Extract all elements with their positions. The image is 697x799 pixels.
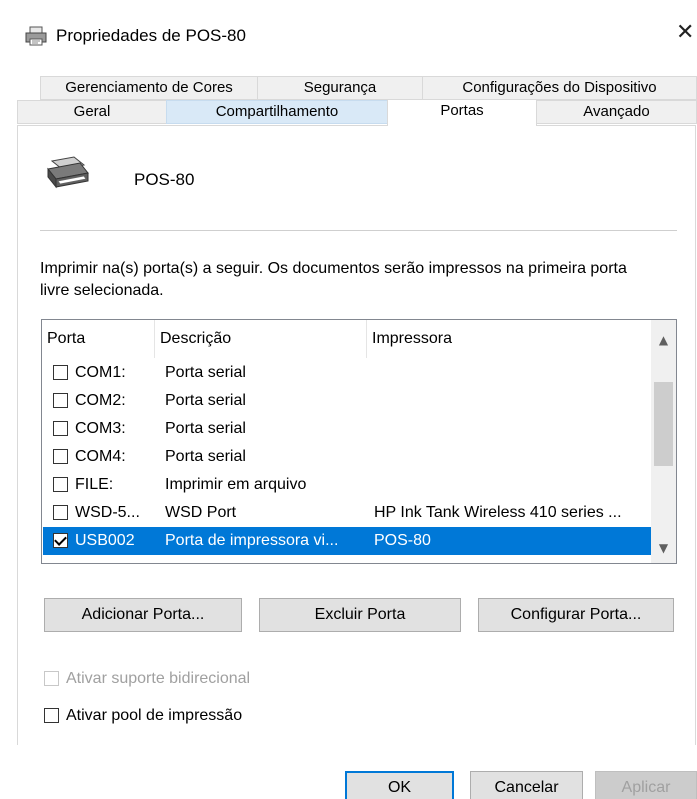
printer-icon [25, 26, 47, 46]
port-printer [374, 387, 649, 415]
port-checkbox[interactable] [53, 421, 68, 436]
window-title: Propriedades de POS-80 [56, 26, 246, 45]
tab-compartilhamento[interactable]: Compartilhamento [166, 100, 388, 124]
ports-list-header: Porta Descrição Impressora [42, 320, 652, 358]
port-name: FILE: [75, 476, 114, 493]
printer-pooling-checkbox[interactable]: Ativar pool de impressão [44, 706, 344, 726]
port-description: Porta serial [165, 364, 246, 381]
port-printer: POS-80 [374, 532, 431, 549]
port-printer [374, 359, 649, 387]
table-row-selected[interactable]: USB002 Porta de impressora vi... POS-80 [43, 527, 651, 555]
close-icon[interactable]: ✕ [676, 20, 694, 45]
column-header-impressora[interactable]: Impressora [367, 320, 652, 358]
tab-avancado[interactable]: Avançado [536, 100, 697, 124]
port-description: Porta serial [165, 392, 246, 409]
chevron-up-icon[interactable]: ▲ [651, 328, 676, 352]
port-name: COM1: [75, 364, 126, 381]
port-checkbox[interactable] [53, 449, 68, 464]
port-name: COM2: [75, 392, 126, 409]
port-checkbox[interactable] [53, 505, 68, 520]
scrollbar-thumb[interactable] [654, 382, 673, 466]
port-name: USB002 [75, 532, 135, 549]
table-row[interactable]: COM4: Porta serial [43, 443, 651, 471]
printer-pooling-label: Ativar pool de impressão [66, 707, 243, 724]
port-checkbox[interactable] [53, 365, 68, 380]
tab-geral[interactable]: Geral [17, 100, 167, 124]
cancel-button[interactable]: Cancelar [470, 771, 583, 799]
ok-button[interactable]: OK [345, 771, 454, 799]
apply-button[interactable]: Aplicar [595, 771, 697, 799]
title-bar: Propriedades de POS-80 ✕ [0, 0, 697, 62]
vertical-scrollbar[interactable]: ▲ ▼ [651, 320, 676, 563]
port-name: COM3: [75, 420, 126, 437]
port-name: WSD-5... [75, 504, 140, 521]
port-description: Porta serial [165, 420, 246, 437]
tab-configuracoes-do-dispositivo[interactable]: Configurações do Dispositivo [422, 76, 697, 100]
table-row[interactable]: WSD-5... WSD Port HP Ink Tank Wireless 4… [43, 499, 651, 527]
tab-seguranca[interactable]: Segurança [257, 76, 423, 100]
port-printer: HP Ink Tank Wireless 410 series ... [374, 504, 622, 521]
table-row[interactable]: FILE: Imprimir em arquivo [43, 471, 651, 499]
chevron-down-icon[interactable]: ▼ [651, 536, 676, 560]
column-header-descricao[interactable]: Descrição [155, 320, 367, 358]
table-row[interactable]: COM3: Porta serial [43, 415, 651, 443]
printer-icon [47, 156, 89, 189]
port-printer [374, 415, 649, 443]
table-row[interactable]: COM2: Porta serial [43, 387, 651, 415]
checkbox[interactable] [44, 708, 59, 723]
port-description: Porta serial [165, 448, 246, 465]
printer-name: POS-80 [134, 170, 195, 189]
bidirectional-support-checkbox[interactable]: Ativar suporte bidirecional [44, 669, 344, 689]
ports-list[interactable]: Porta Descrição Impressora COM1: Porta s… [41, 319, 677, 564]
configure-port-button[interactable]: Configurar Porta... [478, 598, 674, 632]
table-row[interactable]: COM1: Porta serial [43, 359, 651, 387]
port-checkbox[interactable] [53, 477, 68, 492]
port-checkbox-checked[interactable] [53, 533, 68, 548]
properties-dialog: Propriedades de POS-80 ✕ Gerenciamento d… [0, 0, 697, 799]
port-printer [374, 443, 649, 471]
port-description: Imprimir em arquivo [165, 476, 307, 493]
separator [40, 230, 677, 231]
port-description: WSD Port [165, 504, 237, 521]
tab-gerenciamento-de-cores[interactable]: Gerenciamento de Cores [40, 76, 258, 100]
port-name: COM4: [75, 448, 126, 465]
column-header-porta[interactable]: Porta [42, 320, 155, 358]
add-port-button[interactable]: Adicionar Porta... [44, 598, 242, 632]
port-checkbox[interactable] [53, 393, 68, 408]
bidirectional-support-label: Ativar suporte bidirecional [66, 670, 251, 687]
port-description: Porta de impressora vi... [165, 532, 339, 549]
checkbox[interactable] [44, 671, 59, 686]
ports-description: Imprimir na(s) porta(s) a seguir. Os doc… [40, 260, 627, 299]
delete-port-button[interactable]: Excluir Porta [259, 598, 461, 632]
port-printer [374, 471, 649, 499]
tab-portas[interactable]: Portas [387, 99, 537, 126]
